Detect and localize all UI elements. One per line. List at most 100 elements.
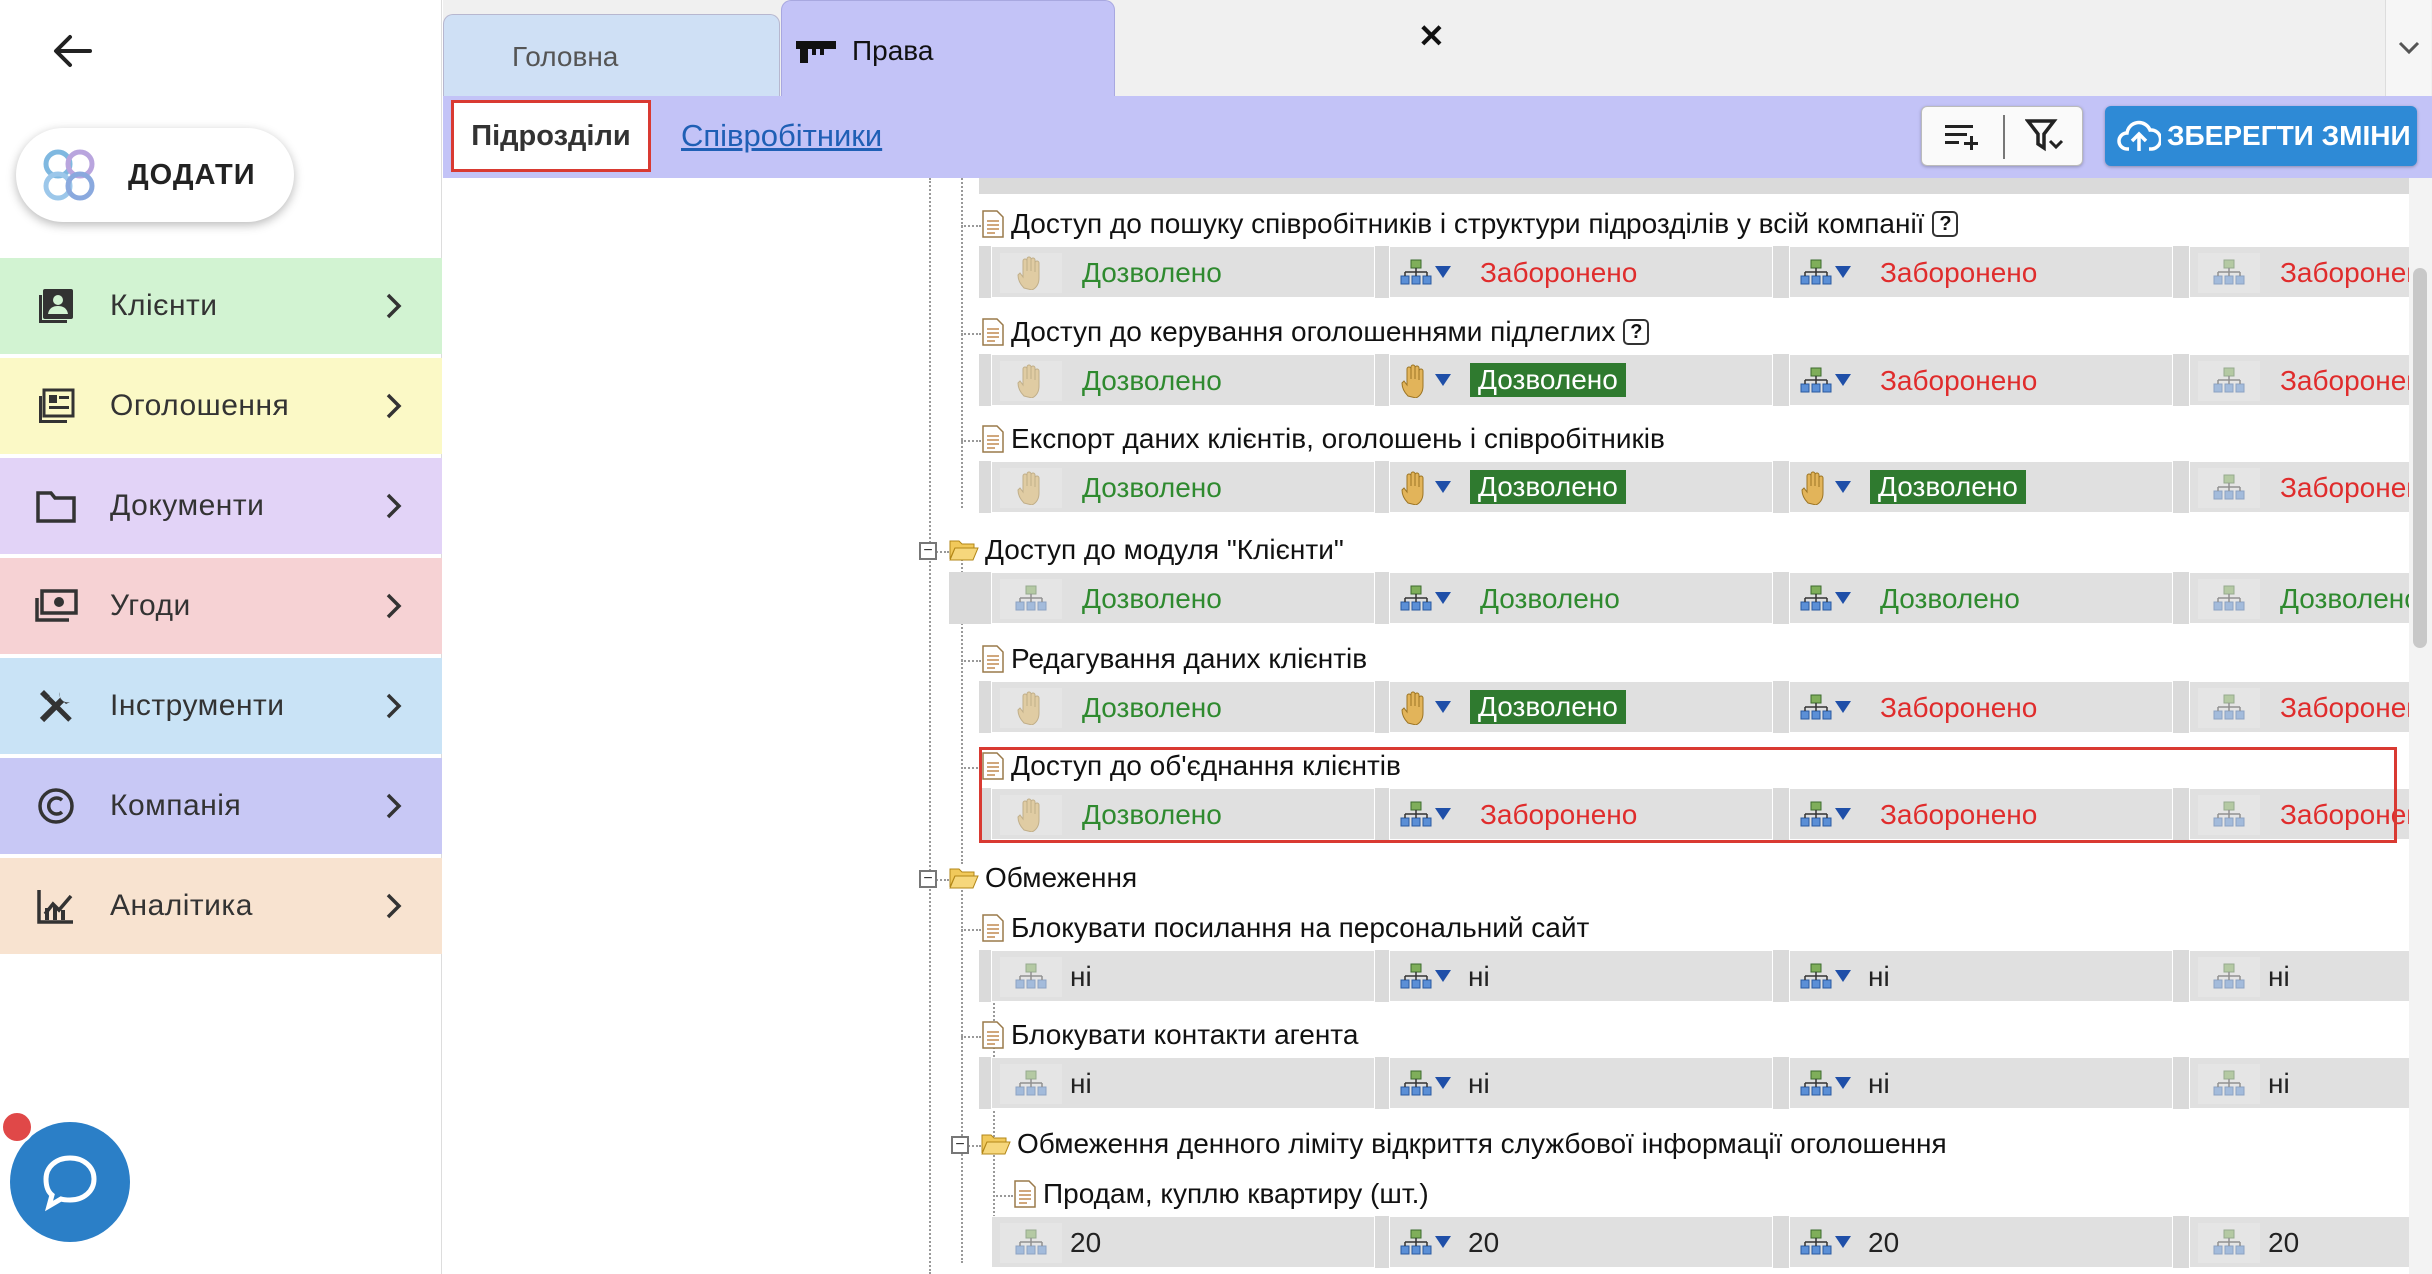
sub-toolbar: Підрозділи Співробітники ЗБЕРЕГТИ ЗМІНИ: [443, 96, 2432, 178]
chat-button[interactable]: [10, 1122, 130, 1242]
menu-item-label: Угоди: [110, 589, 191, 622]
permission-cell[interactable]: Заборонено: [1789, 681, 2173, 733]
document-icon: [982, 914, 1004, 942]
permission-value: Дозволено: [1470, 690, 1626, 724]
save-button-label: ЗБЕРЕГТИ ЗМІНИ: [2167, 120, 2411, 151]
permission-cell[interactable]: Дозволено: [991, 354, 1375, 406]
tree-collapse-toggle[interactable]: −: [919, 542, 937, 560]
permission-cell[interactable]: ні: [2189, 950, 2409, 1002]
dropdown-arrow-icon[interactable]: [1834, 265, 1852, 279]
chevron-right-icon: [386, 493, 402, 519]
chevron-right-icon: [386, 893, 402, 919]
dropdown-arrow-icon[interactable]: [1434, 265, 1452, 279]
dropdown-arrow-icon[interactable]: [1834, 373, 1852, 387]
dropdown-arrow-icon[interactable]: [1834, 1076, 1852, 1090]
tab-close-icon[interactable]: ✕: [1418, 17, 1445, 55]
permission-cell[interactable]: Заборонено: [1389, 246, 1773, 298]
permission-cell[interactable]: Заборонен: [2189, 354, 2409, 406]
permission-label: Блокувати посилання на персональний сайт: [981, 912, 1589, 944]
help-icon[interactable]: ?: [1623, 319, 1650, 345]
vertical-scrollbar[interactable]: [2409, 178, 2432, 1274]
save-changes-button[interactable]: ЗБЕРЕГТИ ЗМІНИ: [2105, 106, 2417, 166]
menu-item-company[interactable]: Компанія: [0, 758, 442, 854]
subtab-staff[interactable]: Співробітники: [681, 118, 882, 154]
dropdown-arrow-icon[interactable]: [1834, 969, 1852, 983]
permission-cell[interactable]: 20: [1389, 1216, 1773, 1268]
permission-cell[interactable]: Дозволено: [1789, 461, 2173, 513]
menu-item-deals[interactable]: Угоди: [0, 558, 442, 654]
help-icon[interactable]: ?: [1932, 211, 1959, 237]
permission-cell[interactable]: 20: [2189, 1216, 2409, 1268]
hierarchy-icon: [2198, 957, 2260, 997]
permission-value: ні: [1468, 961, 1490, 992]
permission-cell[interactable]: ні: [1789, 1057, 2173, 1109]
folder-open-icon: [981, 1134, 1011, 1155]
permission-cell[interactable]: ні: [1389, 950, 1773, 1002]
permission-cell[interactable]: Дозволено: [1389, 681, 1773, 733]
menu-item-analytics[interactable]: Аналітика: [0, 858, 442, 954]
permission-label: Редагування даних клієнтів: [981, 643, 1367, 675]
permission-cell[interactable]: Дозволено: [991, 246, 1375, 298]
permission-cell[interactable]: 20: [991, 1216, 1375, 1268]
back-button[interactable]: [44, 22, 102, 80]
permission-cell[interactable]: ні: [1789, 950, 2173, 1002]
tab-home-label: Головна: [512, 41, 619, 72]
dropdown-arrow-icon[interactable]: [1434, 700, 1452, 714]
tree-collapse-toggle[interactable]: −: [919, 870, 937, 888]
permission-cell[interactable]: Заборонен: [2189, 681, 2409, 733]
permission-value: Дозволено: [1880, 583, 2020, 614]
tree-connector: [961, 767, 981, 769]
permission-cell[interactable]: Дозволено: [2189, 572, 2409, 624]
sort-add-button[interactable]: [1922, 107, 2002, 165]
scrollbar-thumb[interactable]: [2413, 268, 2427, 648]
permission-cell[interactable]: Дозволено: [991, 681, 1375, 733]
permission-cell[interactable]: ні: [991, 1057, 1375, 1109]
permission-cell[interactable]: Дозволено: [1389, 461, 1773, 513]
chevron-right-icon: [386, 293, 402, 319]
dropdown-arrow-icon[interactable]: [1834, 700, 1852, 714]
permission-cell[interactable]: ні: [1389, 1057, 1773, 1109]
dropdown-arrow-icon[interactable]: [1834, 1235, 1852, 1249]
menu-item-tools[interactable]: Інструменти: [0, 658, 442, 754]
dropdown-arrow-icon[interactable]: [1434, 480, 1452, 494]
tree-guide-line: [961, 883, 963, 1263]
dropdown-arrow-icon[interactable]: [1434, 591, 1452, 605]
menu-item-listings[interactable]: Оголошення: [0, 358, 442, 454]
tab-overflow-button[interactable]: [2385, 0, 2431, 96]
permission-cell[interactable]: Заборонено: [1789, 246, 2173, 298]
tab-rights[interactable]: Права ✕: [781, 0, 1445, 96]
tab-rights-label: Права: [852, 35, 934, 66]
chevron-right-icon: [386, 693, 402, 719]
tools-icon: [32, 682, 80, 730]
dropdown-arrow-icon[interactable]: [1434, 969, 1452, 983]
menu-item-clients[interactable]: Клієнти: [0, 258, 442, 354]
dropdown-arrow-icon[interactable]: [1834, 480, 1852, 494]
dropdown-arrow-icon[interactable]: [1834, 591, 1852, 605]
permission-cell[interactable]: Дозволено: [991, 461, 1375, 513]
dropdown-arrow-icon[interactable]: [1434, 1235, 1452, 1249]
permission-cell[interactable]: ні: [991, 950, 1375, 1002]
permission-cell[interactable]: ні: [2189, 1057, 2409, 1109]
permission-cell[interactable]: Дозволено: [1789, 572, 2173, 624]
filter-button[interactable]: [2006, 107, 2084, 165]
permission-value: Заборонено: [1480, 257, 1638, 288]
permission-cell[interactable]: Дозволено: [1389, 354, 1773, 406]
permission-cell[interactable]: Дозволено: [991, 572, 1375, 624]
dropdown-arrow-icon[interactable]: [1434, 1076, 1452, 1090]
menu-item-documents[interactable]: Документи: [0, 458, 442, 554]
tab-home[interactable]: Головна: [443, 14, 780, 96]
add-button[interactable]: ДОДАТИ: [16, 128, 294, 222]
label-text: Продам, куплю квартиру (шт.): [1043, 1178, 1429, 1209]
dropdown-arrow-icon[interactable]: [1434, 373, 1452, 387]
subtab-units[interactable]: Підрозділи: [451, 100, 651, 172]
tree-connector: [993, 1195, 1013, 1197]
permission-cell[interactable]: Заборонен: [2189, 246, 2409, 298]
permission-cell[interactable]: Дозволено: [1389, 572, 1773, 624]
permission-label: Доступ до керування оголошеннями підлегл…: [981, 316, 1650, 348]
tree-collapse-toggle[interactable]: −: [951, 1136, 969, 1154]
permission-cell[interactable]: Заборонено: [1789, 354, 2173, 406]
main-area: Головна Права ✕ Підрозділи Співробітники…: [443, 0, 2432, 1274]
permission-cell[interactable]: Заборонен: [2189, 461, 2409, 513]
permission-cell[interactable]: 20: [1789, 1216, 2173, 1268]
hand-icon: [1000, 468, 1062, 508]
